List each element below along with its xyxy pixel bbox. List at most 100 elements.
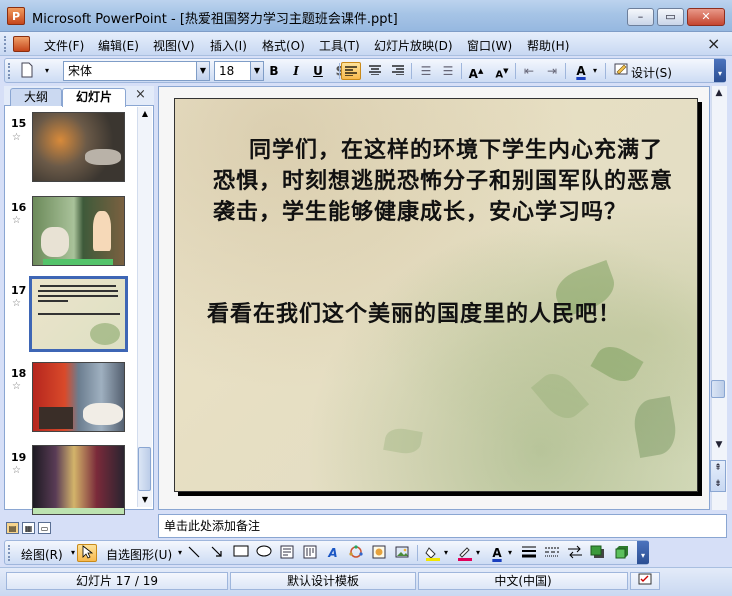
notes-pane[interactable]: 单击此处添加备注 [158, 514, 727, 538]
animation-star-icon: ☆ [12, 381, 21, 392]
slide-thumbnail-15[interactable] [32, 112, 125, 182]
scroll-down-icon[interactable]: ▼ [712, 438, 726, 452]
previous-slide-icon[interactable]: ⇞ [711, 461, 725, 476]
scroll-up-icon[interactable]: ▲ [138, 107, 152, 121]
slideshow-view-icon[interactable]: ▭ [38, 522, 51, 534]
next-slide-icon[interactable]: ⇟ [711, 477, 725, 492]
slide-thumbnail-18[interactable] [32, 362, 125, 432]
menu-view[interactable]: 视图(V) [153, 37, 195, 54]
align-center-icon[interactable] [365, 62, 385, 80]
toolbar-options-icon[interactable]: ▾ [37, 62, 57, 80]
font-name-combo[interactable]: 宋体 [63, 61, 198, 81]
font-size-dropdown-icon[interactable]: ▼ [250, 61, 264, 81]
increase-font-size-icon[interactable]: A▲ [466, 62, 486, 81]
menubar-grip[interactable] [4, 36, 7, 52]
shadow-style-icon[interactable] [590, 545, 606, 561]
slide-thumbnail-19[interactable] [32, 445, 125, 515]
bullets-icon[interactable]: ☰ [438, 62, 458, 80]
numbering-icon[interactable]: ☰ [416, 62, 436, 80]
slide-vertical-scrollbar[interactable]: ▲ ▼ [711, 86, 727, 510]
toolbar-overflow-icon[interactable]: ▾ [637, 541, 649, 564]
align-left-icon[interactable] [341, 62, 361, 80]
tab-outline[interactable]: 大纲 [10, 88, 62, 106]
animation-star-icon: ☆ [12, 132, 21, 143]
close-button[interactable]: ✕ [687, 8, 725, 26]
slide-sorter-view-icon[interactable]: ▦ [22, 522, 35, 534]
line-color-icon[interactable] [457, 545, 473, 561]
slides-pane-scroll-thumb[interactable] [138, 447, 151, 491]
font-name-dropdown-icon[interactable]: ▼ [196, 61, 210, 81]
oval-icon[interactable] [256, 545, 272, 561]
vertical-textbox-icon[interactable] [302, 545, 318, 561]
arrow-icon[interactable] [209, 545, 225, 561]
select-objects-icon[interactable] [77, 544, 97, 562]
clipart-icon[interactable] [371, 545, 387, 561]
line-color-dropdown-icon[interactable]: ▾ [474, 545, 482, 561]
line-icon[interactable] [186, 545, 202, 561]
autoshapes-menu-button[interactable]: 自选图形(U) [106, 546, 172, 563]
status-slide-position: 幻灯片 17 / 19 [6, 572, 228, 590]
document-icon[interactable] [13, 36, 30, 52]
slide-scroll-thumb[interactable] [711, 380, 725, 398]
slide-thumbnail-17[interactable] [29, 276, 128, 352]
design-icon[interactable] [611, 62, 631, 80]
spelling-status-icon[interactable] [630, 572, 660, 590]
menu-window[interactable]: 窗口(W) [467, 37, 512, 54]
3d-style-icon[interactable] [613, 545, 629, 561]
menu-file[interactable]: 文件(F) [44, 37, 84, 54]
underline-button[interactable]: U [308, 62, 328, 80]
toolbar-grip[interactable] [8, 63, 11, 79]
slide-thumbnail-16[interactable] [32, 196, 125, 266]
insert-picture-icon[interactable] [394, 545, 410, 561]
font-color-icon[interactable]: A [489, 545, 505, 561]
menu-format[interactable]: 格式(O) [262, 37, 305, 54]
menu-tools[interactable]: 工具(T) [319, 37, 360, 54]
slide-body-line[interactable]: 看看在我们这个美丽的国度里的人民吧！ [207, 299, 687, 330]
background-leaf-decoration [383, 426, 423, 456]
toolbar-grip[interactable] [8, 545, 11, 561]
font-color-dropdown-icon[interactable]: ▾ [590, 62, 600, 80]
scroll-down-icon[interactable]: ▼ [138, 493, 152, 507]
font-color-dropdown-icon[interactable]: ▾ [506, 545, 514, 561]
slides-pane-scrollbar[interactable]: ▲ ▼ [137, 107, 152, 507]
toolbar-overflow-icon[interactable]: ▾ [714, 59, 726, 82]
menu-slideshow[interactable]: 幻灯片放映(D) [374, 37, 453, 54]
font-size-combo[interactable]: 18 [214, 61, 252, 81]
new-document-icon[interactable] [17, 62, 37, 80]
status-design-template: 默认设计模板 [230, 572, 416, 590]
current-slide[interactable]: 同学们，在这样的环境下学生内心充满了恐惧，时刻想逃脱恐怖分子和别国军队的恶意袭击… [174, 98, 698, 492]
thumbnail-photo-detail [85, 149, 121, 165]
line-style-icon[interactable] [521, 545, 537, 561]
menu-insert[interactable]: 插入(I) [210, 37, 247, 54]
restore-button[interactable]: ▭ [657, 8, 684, 26]
design-button[interactable]: 设计(S) [631, 64, 672, 81]
italic-button[interactable]: I [286, 62, 306, 80]
decrease-font-size-icon[interactable]: A▼ [492, 62, 512, 80]
fill-color-icon[interactable] [425, 545, 441, 561]
thumbnail-text-line [38, 313, 120, 315]
slide-body-paragraph[interactable]: 同学们，在这样的环境下学生内心充满了恐惧，时刻想逃脱恐怖分子和别国军队的恶意袭击… [213, 135, 673, 228]
menu-edit[interactable]: 编辑(E) [98, 37, 139, 54]
animation-star-icon: ☆ [12, 465, 21, 476]
fill-color-dropdown-icon[interactable]: ▾ [442, 545, 450, 561]
align-right-icon[interactable] [388, 62, 408, 80]
draw-menu-button[interactable]: 绘图(R) [21, 546, 63, 563]
close-document-icon[interactable]: × [707, 34, 720, 53]
decrease-indent-icon[interactable]: ⇤ [519, 62, 539, 80]
textbox-icon[interactable] [279, 545, 295, 561]
wordart-icon[interactable]: A [325, 545, 341, 561]
tab-slides[interactable]: 幻灯片 [62, 88, 126, 107]
rectangle-icon[interactable] [233, 545, 249, 561]
font-color-icon[interactable]: A [571, 62, 591, 80]
normal-view-icon[interactable]: ▤ [6, 522, 19, 534]
scroll-up-icon[interactable]: ▲ [712, 86, 726, 100]
thumbnail-caption-bar [33, 508, 124, 514]
increase-indent-icon[interactable]: ⇥ [542, 62, 562, 80]
arrow-style-icon[interactable] [567, 545, 583, 561]
menu-help[interactable]: 帮助(H) [527, 37, 569, 54]
minimize-button[interactable]: – [627, 8, 654, 26]
bold-button[interactable]: B [264, 62, 284, 80]
diagram-icon[interactable] [348, 545, 364, 561]
dash-style-icon[interactable] [544, 545, 560, 561]
pane-close-icon[interactable]: × [135, 87, 146, 102]
